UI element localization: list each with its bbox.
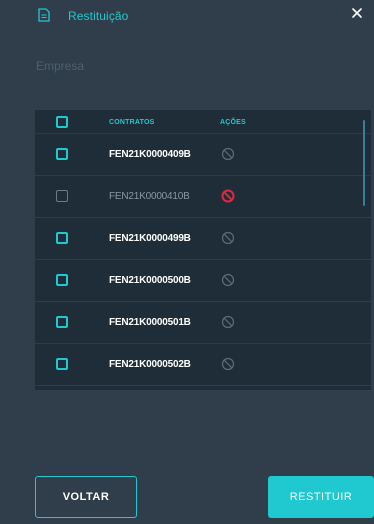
- column-header-contracts: CONTRATOS: [109, 119, 155, 126]
- table-row: FEN21K0000500B: [35, 260, 371, 302]
- row-checkbox: [56, 190, 68, 202]
- table-header: CONTRATOS AÇÕES: [35, 110, 371, 134]
- disabled-circle-icon: [221, 315, 235, 329]
- table-row: FEN21K0000410B: [35, 176, 371, 218]
- disabled-circle-icon: [221, 357, 235, 371]
- disabled-circle-icon: [221, 273, 235, 287]
- contract-code: FEN21K0000502B: [109, 359, 191, 370]
- row-checkbox[interactable]: [56, 316, 68, 328]
- close-icon[interactable]: [350, 6, 364, 20]
- contract-code: FEN21K0000499B: [109, 233, 191, 244]
- table-row: FEN21K0000501B: [35, 302, 371, 344]
- document-icon: [38, 8, 50, 22]
- blocked-red-icon: [221, 189, 235, 203]
- table-scrollbar[interactable]: [363, 120, 365, 206]
- table-row: FEN21K0000409B: [35, 134, 371, 176]
- contracts-table: CONTRATOS AÇÕES FEN21K0000409B FEN21K000…: [35, 110, 371, 390]
- row-checkbox[interactable]: [56, 232, 68, 244]
- row-checkbox[interactable]: [56, 358, 68, 370]
- contract-code: FEN21K0000409B: [109, 149, 191, 160]
- table-row: FEN21K0000499B: [35, 218, 371, 260]
- table-row: FEN21K0000502B: [35, 344, 371, 386]
- disabled-circle-icon: [221, 147, 235, 161]
- company-field-label[interactable]: Empresa: [36, 59, 84, 73]
- contract-code: FEN21K0000410B: [109, 191, 190, 202]
- back-button[interactable]: VOLTAR: [35, 476, 137, 518]
- disabled-circle-icon: [221, 231, 235, 245]
- modal-title: Restituição: [68, 9, 129, 23]
- contract-code: FEN21K0000501B: [109, 317, 191, 328]
- modal-header: Restituição: [0, 0, 374, 28]
- column-header-actions: AÇÕES: [220, 119, 246, 126]
- row-checkbox[interactable]: [56, 148, 68, 160]
- select-all-checkbox[interactable]: [56, 116, 68, 128]
- contract-code: FEN21K0000500B: [109, 275, 191, 286]
- row-checkbox[interactable]: [56, 274, 68, 286]
- restore-button[interactable]: RESTITUIR: [268, 476, 374, 518]
